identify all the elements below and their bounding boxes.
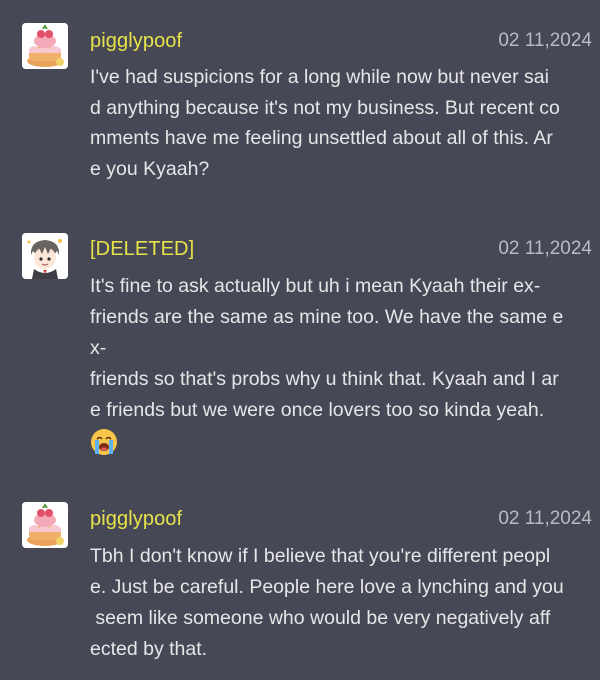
- comment-line: It's fine to ask actually but uh i mean …: [90, 275, 541, 297]
- comment-line: Tbh I don't know if I believe that you'r…: [90, 545, 551, 567]
- comment-line: friends so that's probs why u think that…: [90, 368, 559, 390]
- comment-line: mments have me feeling unsettled about a…: [90, 127, 553, 149]
- comment-line: x-: [90, 337, 107, 359]
- comment-line: seem like someone who would be very nega…: [90, 607, 551, 629]
- comment-line: I've had suspicions for a long while now…: [90, 66, 549, 88]
- comment-username[interactable]: pigglypoof: [90, 29, 182, 53]
- anime-character-avatar-icon[interactable]: [22, 233, 68, 279]
- comment-line: e. Just be careful. People here love a l…: [90, 576, 564, 598]
- comment-timestamp: 02 11,2024: [498, 238, 592, 259]
- comment-line: ected by that.: [90, 638, 208, 660]
- comment-item: [DELETED] 02 11,2024 It's fine to ask ac…: [0, 200, 600, 480]
- comment-line: friends are the same as mine too. We hav…: [90, 306, 564, 328]
- comment-timestamp: 02 11,2024: [498, 508, 592, 529]
- comment-line: d anything because it's not my business.…: [90, 96, 560, 119]
- comment-username[interactable]: pigglypoof: [90, 507, 182, 531]
- comment-line: e friends but we were once lovers too so…: [90, 399, 545, 421]
- cake-avatar-icon[interactable]: [22, 23, 68, 69]
- comment-line: e you Kyaah?: [90, 157, 210, 180]
- loudly-crying-face-emoji: [90, 428, 118, 456]
- comment-item: pigglypoof 02 11,2024 Tbh I don't know i…: [0, 480, 600, 680]
- comment-username[interactable]: [DELETED]: [90, 237, 194, 261]
- comment-timestamp: 02 11,2024: [498, 30, 592, 51]
- comment-item: pigglypoof 02 11,2024 I've had suspicion…: [0, 0, 600, 200]
- cake-avatar-icon[interactable]: [22, 502, 68, 548]
